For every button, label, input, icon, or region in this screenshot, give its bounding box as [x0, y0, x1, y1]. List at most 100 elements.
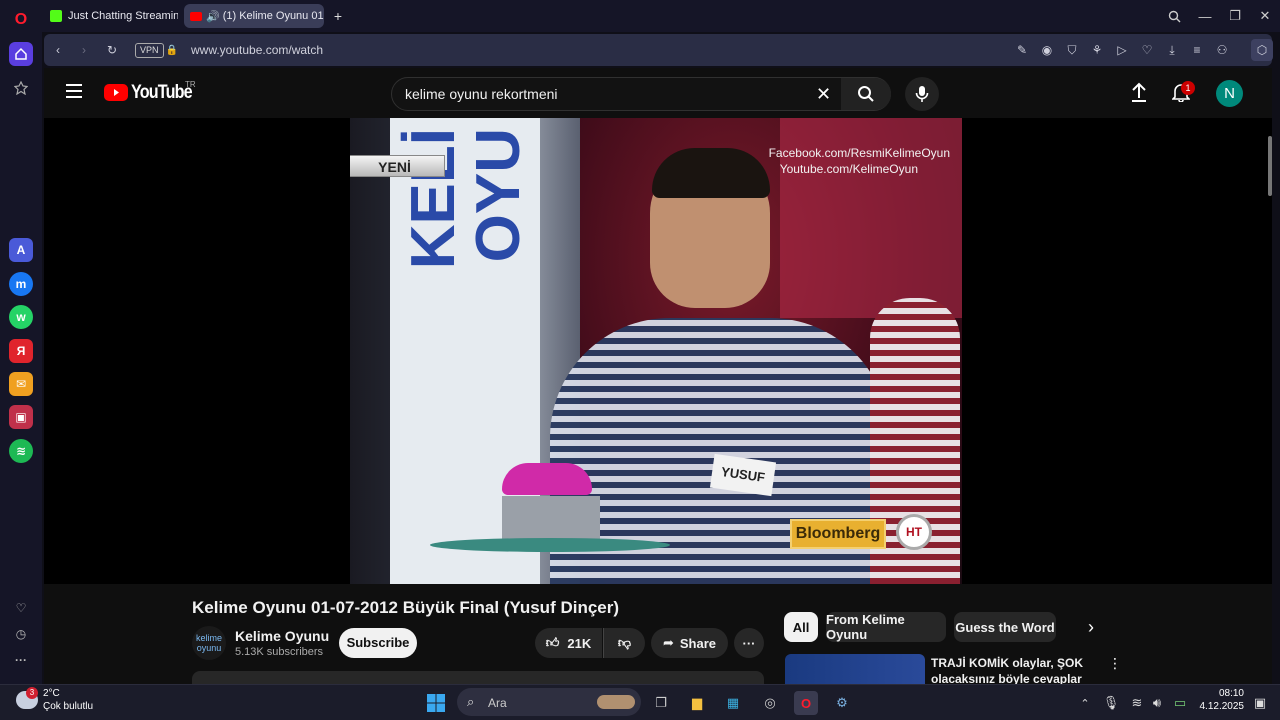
- dislike-button[interactable]: 👎︎: [603, 628, 645, 658]
- tray-overflow-icon[interactable]: ⌃: [1073, 691, 1097, 715]
- opera-taskbar-icon[interactable]: O: [794, 691, 818, 715]
- search-tabs-icon[interactable]: [1164, 6, 1184, 26]
- related-menu-icon[interactable]: ⋮: [1108, 655, 1122, 672]
- channel-name[interactable]: Kelime Oyunu: [235, 628, 329, 644]
- more-actions-button[interactable]: ···: [734, 628, 764, 658]
- mail-icon[interactable]: ✉: [9, 372, 33, 396]
- opera-addon-icon[interactable]: ▣: [9, 405, 33, 429]
- more-icon[interactable]: ···: [9, 648, 33, 672]
- chip-from-kelime-oyunu[interactable]: From Kelime Oyunu: [826, 612, 946, 642]
- profile-icon[interactable]: ⚇: [1214, 42, 1230, 58]
- battery-icon[interactable]: ▭: [1168, 691, 1192, 715]
- search-input[interactable]: kelime oyunu rekortmeni: [405, 86, 558, 102]
- account-avatar[interactable]: N: [1216, 80, 1243, 107]
- heart-icon[interactable]: ♡: [9, 596, 33, 620]
- yandex-icon[interactable]: Я: [9, 339, 33, 363]
- clear-search-icon[interactable]: ✕: [816, 84, 831, 105]
- tab-youtube[interactable]: 🔊 (1) Kelime Oyunu 01-0: [184, 4, 324, 28]
- camera-icon[interactable]: ◉: [1039, 42, 1055, 58]
- easy-setup-icon[interactable]: ≡: [1189, 42, 1205, 58]
- scrollbar[interactable]: [1268, 136, 1272, 196]
- tab-twitch[interactable]: Just Chatting Streaming -: [44, 4, 178, 28]
- channel-bug: HT: [896, 514, 932, 550]
- voice-search-button[interactable]: [905, 77, 939, 111]
- share-button[interactable]: ➦ Share: [651, 628, 728, 658]
- video-frame[interactable]: KELİ OYU YENİ Facebook.com/ResmiKelimeOy…: [350, 118, 962, 584]
- tab-label: (1) Kelime Oyunu 01-0: [222, 10, 324, 22]
- clock-date[interactable]: 4.12.2025: [1196, 701, 1245, 712]
- subscribe-button[interactable]: Subscribe: [339, 628, 417, 658]
- weather-desc[interactable]: Çok bulutlu: [43, 701, 93, 712]
- new-badge: YENİ: [350, 155, 445, 177]
- microphone-icon: [915, 86, 929, 102]
- youtube-favicon-icon: [190, 11, 202, 21]
- weather-temp[interactable]: 2°C: [43, 688, 60, 699]
- aria-icon[interactable]: A: [9, 238, 33, 262]
- close-window-button[interactable]: ✕: [1255, 6, 1275, 26]
- menu-icon[interactable]: [66, 84, 82, 98]
- facebook-url: Facebook.com/ResmiKelimeOyun: [768, 146, 950, 160]
- store-icon[interactable]: ▦: [721, 691, 745, 715]
- volume-icon[interactable]: 🔊︎: [1145, 691, 1169, 715]
- extensions-icon[interactable]: ⬡: [1251, 39, 1273, 61]
- address-bar: ‹ › ↻ VPN 🔒 www.youtube.com/watch ✎ ◉ ⛉ …: [44, 34, 1273, 66]
- translate-icon[interactable]: ⚘: [1089, 42, 1105, 58]
- related-title[interactable]: TRAJİ KOMİK olaylar, ŞOK olacaksınız böy…: [931, 655, 1091, 684]
- youtube-logo-icon[interactable]: [104, 84, 128, 101]
- sponsor-logo: Bloomberg: [790, 519, 886, 549]
- related-thumbnail[interactable]: [785, 654, 925, 684]
- chips-next-icon[interactable]: ›: [1088, 617, 1094, 638]
- new-tab-button[interactable]: +: [330, 4, 346, 28]
- podium-glass: [430, 538, 670, 552]
- speaker-icon[interactable]: 🔊: [206, 10, 220, 23]
- history-icon[interactable]: ◷: [9, 622, 33, 646]
- reload-icon[interactable]: ↻: [104, 42, 120, 58]
- task-view-icon[interactable]: ❐: [649, 691, 673, 715]
- windows-start-icon[interactable]: [424, 691, 448, 715]
- taskbar-search-icon: ⌕: [467, 694, 475, 709]
- forward-icon[interactable]: ›: [76, 42, 92, 58]
- opera-gx-icon[interactable]: ◎: [758, 691, 782, 715]
- channel-avatar-text-2: oyunu: [196, 643, 222, 653]
- youtube-header: YouTube TR kelime oyunu rekortmeni ✕ 1 N: [44, 68, 1272, 118]
- vpn-badge[interactable]: VPN: [135, 43, 164, 58]
- tray-microphone-icon[interactable]: 🎙︎: [1099, 691, 1123, 715]
- social-overlay: Facebook.com/ResmiKelimeOyun Youtube.com…: [720, 145, 950, 177]
- download-icon[interactable]: ⤓: [1164, 42, 1180, 58]
- youtube-url: Youtube.com/KelimeOyun: [779, 162, 918, 176]
- lock-icon[interactable]: 🔒: [164, 42, 180, 58]
- steam-icon[interactable]: ⚙: [830, 691, 854, 715]
- spotify-icon[interactable]: ≋: [9, 439, 33, 463]
- chip-all[interactable]: All: [784, 612, 818, 642]
- play-icon[interactable]: ▷: [1114, 42, 1130, 58]
- whatsapp-icon[interactable]: w: [9, 305, 33, 329]
- shield-icon[interactable]: ⛉: [1064, 42, 1080, 58]
- like-button[interactable]: 👍︎ 21K: [535, 628, 602, 658]
- video-player[interactable]: KELİ OYU YENİ Facebook.com/ResmiKelimeOy…: [44, 118, 1272, 584]
- maximize-button[interactable]: ❐: [1225, 6, 1245, 26]
- share-icon: ➦: [662, 635, 674, 650]
- edit-icon[interactable]: ✎: [1014, 42, 1030, 58]
- channel-avatar[interactable]: kelime oyunu: [192, 626, 226, 660]
- youtube-logo-text[interactable]: YouTube: [131, 82, 193, 104]
- heart-outline-icon[interactable]: ♡: [1139, 42, 1155, 58]
- upload-icon[interactable]: [1130, 82, 1148, 107]
- like-count: 21K: [567, 635, 592, 651]
- url-field[interactable]: www.youtube.com/watch: [191, 43, 323, 57]
- weather-badge: 3: [26, 687, 38, 699]
- related-title-line2: olacaksınız böyle cevaplar: [931, 672, 1082, 684]
- opera-logo-icon[interactable]: O: [9, 8, 33, 32]
- taskbar-search-box[interactable]: ⌕ Ara: [457, 688, 641, 716]
- bookmarks-icon[interactable]: [9, 76, 33, 100]
- back-icon[interactable]: ‹: [50, 42, 66, 58]
- notifications-icon[interactable]: ▣: [1248, 691, 1272, 715]
- minimize-button[interactable]: —: [1195, 6, 1215, 26]
- chip-guess-the-word[interactable]: Guess the Word: [954, 612, 1056, 642]
- clock-time[interactable]: 08:10: [1196, 688, 1244, 699]
- search-button[interactable]: [841, 78, 891, 110]
- messenger-icon[interactable]: m: [9, 272, 33, 296]
- home-icon[interactable]: [9, 42, 33, 66]
- youtube-page: YouTube TR kelime oyunu rekortmeni ✕ 1 N…: [44, 68, 1272, 684]
- description-box[interactable]: [192, 671, 764, 684]
- file-explorer-icon[interactable]: ▆: [685, 691, 709, 715]
